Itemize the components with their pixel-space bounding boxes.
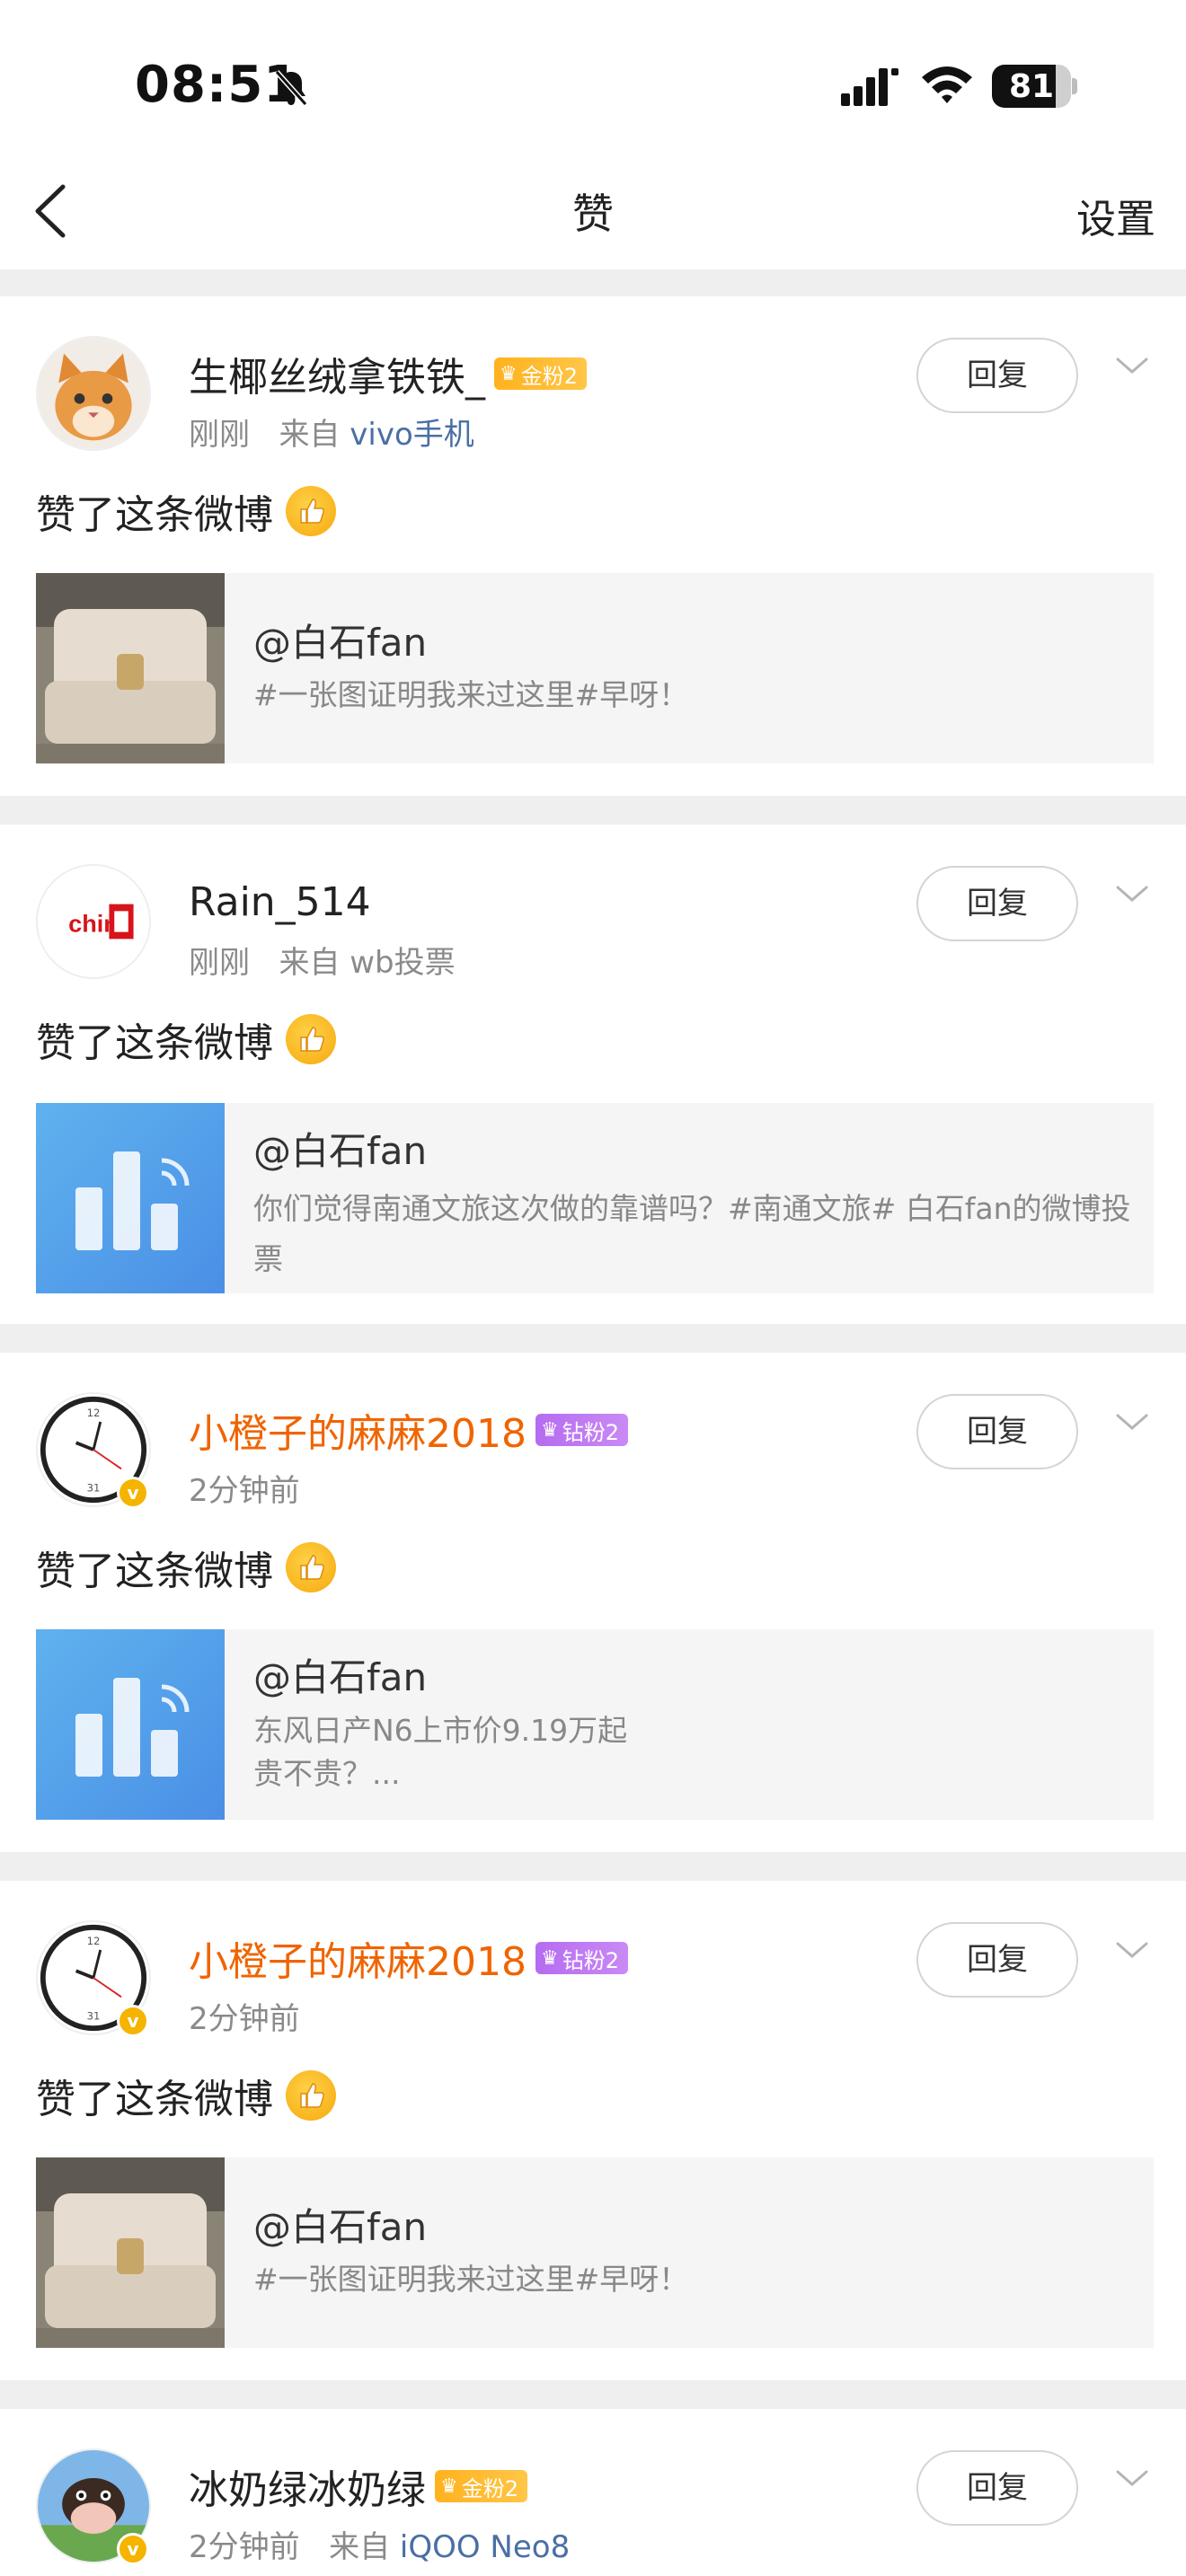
timestamp: 刚刚	[189, 945, 250, 981]
timestamp: 2分钟前	[189, 2001, 300, 2037]
fan-badge: ♛ 金粉2	[435, 2470, 528, 2502]
cellular-signal-icon	[841, 68, 898, 106]
page-title: 赞	[572, 190, 614, 238]
source-prefix: 来自	[279, 945, 341, 981]
reply-button[interactable]: 回复	[916, 866, 1078, 941]
chevron-down-icon[interactable]	[1112, 1936, 1152, 1963]
post-meta: 2分钟前	[189, 1466, 300, 1510]
logo-avatar-image: chin	[38, 866, 149, 977]
quote-text: #一张图证明我来过这里#早呀！	[253, 677, 689, 712]
nav-bar: 赞 设置	[0, 153, 1186, 269]
username[interactable]: Rain_514	[189, 879, 371, 925]
liked-text: 赞了这条微博	[36, 492, 273, 538]
fan-badge-label: 金粉2	[461, 2475, 519, 2501]
timestamp: 2分钟前	[189, 1473, 300, 1509]
liked-text-row: 赞了这条微博	[36, 480, 336, 543]
source-link[interactable]: iQOO Neo8	[400, 2529, 570, 2565]
cat-avatar-image	[38, 338, 149, 449]
svg-text:12: 12	[87, 1407, 101, 1419]
poll-icon	[36, 1629, 225, 1820]
thumbs-up-icon	[286, 1014, 336, 1064]
quoted-post[interactable]: @白石fan #一张图证明我来过这里#早呀！	[36, 2157, 1154, 2348]
svg-text:31: 31	[87, 1482, 101, 1495]
post-meta: 刚刚 来自 wb投票	[189, 938, 456, 982]
username[interactable]: 小橙子的麻麻2018	[189, 1401, 527, 1459]
crown-icon: ♛	[440, 2475, 458, 2498]
fan-badge: ♛ 钻粉2	[535, 1942, 628, 1974]
source-link[interactable]: vivo手机	[350, 417, 474, 453]
source-link[interactable]: wb投票	[350, 945, 455, 981]
fan-badge-label: 金粉2	[520, 363, 579, 389]
chevron-down-icon[interactable]	[1112, 1408, 1152, 1435]
quote-author[interactable]: @白石fan	[253, 613, 427, 667]
chevron-down-icon[interactable]	[1112, 2465, 1152, 2492]
verified-icon: v	[117, 1477, 149, 1509]
verified-icon: v	[117, 2005, 149, 2037]
svg-text:12: 12	[87, 1935, 101, 1947]
like-card: 12 31 v 小橙子的麻麻2018 ♛ 钻粉2 2分钟前 回复 赞了这条微博 @…	[0, 1881, 1186, 2380]
post-meta: 2分钟前	[189, 1994, 300, 2038]
like-card: chin Rain_514 刚刚 来自 wb投票 回复 赞了这条微博 @白石fa…	[0, 825, 1186, 1324]
liked-text: 赞了这条微博	[36, 1020, 273, 1066]
username[interactable]: 小橙子的麻麻2018	[189, 1929, 527, 1987]
quote-text: 你们觉得南通文旅这次做的靠谱吗？#南通文旅# 白石fan的微博投票	[253, 1191, 1131, 1276]
quote-text: #一张图证明我来过这里#早呀！	[253, 2262, 689, 2297]
car-seat-photo	[36, 573, 225, 763]
timestamp: 刚刚	[189, 417, 250, 453]
thumbs-up-icon	[286, 486, 336, 536]
thumbs-up-icon	[286, 1542, 336, 1592]
settings-button[interactable]: 设置	[1076, 187, 1155, 244]
chevron-down-icon[interactable]	[1112, 352, 1152, 379]
username[interactable]: 冰奶绿冰奶绿	[189, 2457, 426, 2515]
svg-text:31: 31	[87, 2010, 101, 2023]
car-seat-photo	[36, 2157, 225, 2348]
liked-text-row: 赞了这条微博	[36, 2064, 336, 2127]
source-prefix: 来自	[279, 417, 341, 453]
like-card: 生椰丝绒拿铁铁_ ♛ 金粉2 刚刚 来自 vivo手机 回复 赞了这条微博 @白石…	[0, 296, 1186, 796]
username[interactable]: 生椰丝绒拿铁铁_	[189, 345, 485, 402]
status-bar: 08:51 81	[0, 0, 1186, 153]
avatar[interactable]	[36, 336, 151, 451]
like-card: 12 31 v 小橙子的麻麻2018 ♛ 钻粉2 2分钟前 回复 赞了这条微博 @…	[0, 1353, 1186, 1852]
quote-author[interactable]: @白石fan	[253, 1121, 427, 1176]
like-card: v 冰奶绿冰奶绿 ♛ 金粉2 2分钟前 来自 iQOO Neo8 回复	[0, 2409, 1186, 2576]
quote-author[interactable]: @白石fan	[253, 2197, 427, 2252]
liked-text: 赞了这条微博	[36, 2077, 273, 2122]
quote-author[interactable]: @白石fan	[253, 1647, 427, 1702]
reply-button[interactable]: 回复	[916, 1922, 1078, 1998]
poll-icon	[36, 1103, 225, 1293]
battery-level: 81	[1008, 68, 1055, 105]
fan-badge: ♛ 金粉2	[494, 357, 588, 390]
battery-indicator: 81	[992, 65, 1078, 108]
timestamp: 2分钟前	[189, 2529, 300, 2565]
fan-badge-label: 钻粉2	[562, 1947, 619, 1973]
quote-text-line: 贵不贵？...	[253, 1756, 401, 1791]
liked-text-row: 赞了这条微博	[36, 1536, 336, 1599]
liked-text: 赞了这条微博	[36, 1548, 273, 1594]
crown-icon: ♛	[540, 1946, 559, 1970]
thumbs-up-icon	[286, 2070, 336, 2121]
crown-icon: ♛	[540, 1418, 559, 1442]
quoted-post[interactable]: @白石fan #一张图证明我来过这里#早呀！	[36, 573, 1154, 763]
crown-icon: ♛	[500, 362, 518, 385]
fan-badge-label: 钻粉2	[562, 1419, 619, 1445]
reply-button[interactable]: 回复	[916, 1394, 1078, 1469]
chevron-down-icon[interactable]	[1112, 880, 1152, 907]
fan-badge: ♛ 钻粉2	[535, 1414, 628, 1446]
bell-muted-icon	[274, 70, 308, 106]
wifi-icon	[922, 66, 972, 103]
source-prefix: 来自	[329, 2529, 391, 2565]
liked-text-row: 赞了这条微博	[36, 1008, 336, 1071]
quote-text-line: 东风日产N6上市价9.19万起	[253, 1713, 628, 1748]
avatar[interactable]: chin	[36, 864, 151, 979]
quoted-post[interactable]: @白石fan 你们觉得南通文旅这次做的靠谱吗？#南通文旅# 白石fan的微博投票	[36, 1103, 1154, 1293]
post-meta: 刚刚 来自 vivo手机	[189, 410, 474, 454]
quoted-post[interactable]: @白石fan 东风日产N6上市价9.19万起 贵不贵？...	[36, 1629, 1154, 1820]
reply-button[interactable]: 回复	[916, 338, 1078, 413]
post-meta: 2分钟前 来自 iQOO Neo8	[189, 2522, 570, 2566]
verified-icon: v	[117, 2533, 149, 2565]
reply-button[interactable]: 回复	[916, 2450, 1078, 2526]
